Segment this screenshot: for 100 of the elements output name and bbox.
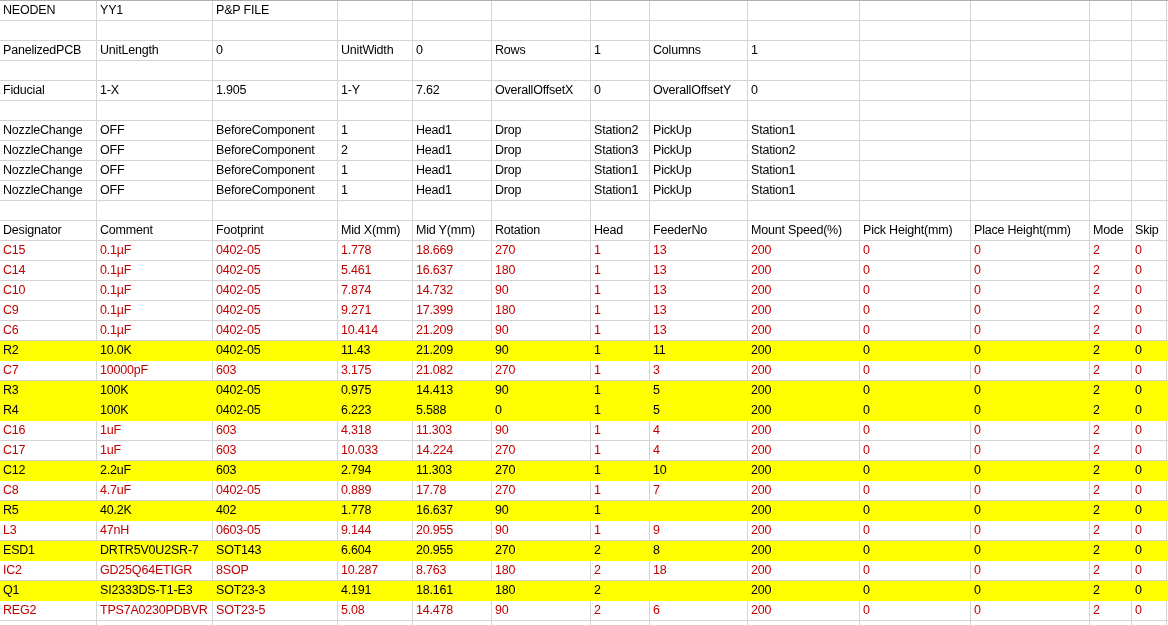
table-cell-text: 270	[494, 542, 517, 559]
table-cell-text: 0	[862, 402, 871, 419]
table-cell-text: 21.209	[415, 322, 455, 339]
table-cell-text: TPS7A0230PDBVR	[99, 602, 209, 619]
table-cell-text: 90	[494, 342, 510, 359]
table-cell-text: 402	[215, 502, 238, 519]
table-cell-text: 4	[652, 442, 661, 459]
table-cell-text: 18.161	[415, 582, 455, 599]
table-cell-text: 2	[593, 542, 602, 559]
table-cell-text: C14	[2, 262, 27, 279]
table-cell-text: 180	[494, 262, 517, 279]
table-cell-text: 7.874	[340, 282, 373, 299]
table-cell-text: 1	[593, 42, 602, 59]
table-cell-text: 0	[1134, 362, 1143, 379]
table-cell-text: 6	[652, 602, 661, 619]
table-cell-text: DRTR5V0U2SR-7	[99, 542, 200, 559]
table-cell-text: 180	[494, 582, 517, 599]
table-cell-text: Station1	[593, 182, 640, 199]
table-cell-text: 1	[593, 362, 602, 379]
table-cell-text: 200	[750, 602, 773, 619]
table-cell-text: C8	[2, 482, 20, 499]
table-cell-text: 1	[593, 262, 602, 279]
table-cell-text: 2	[1092, 522, 1101, 539]
table-cell-text: 1.778	[340, 502, 373, 519]
table-cell-text: 7.62	[415, 82, 441, 99]
table-cell-text: 13	[652, 262, 668, 279]
table-cell-text: Head1	[415, 142, 453, 159]
table-cell-text: 603	[215, 362, 238, 379]
table-cell-text: 0	[1134, 522, 1143, 539]
table-cell-text: 0	[862, 282, 871, 299]
table-cell-text: Head1	[415, 182, 453, 199]
table-cell-text: C7	[2, 362, 20, 379]
table-cell-text: BeforeComponent	[215, 122, 316, 139]
table-cell-text: Head1	[415, 122, 453, 139]
table-cell-text: 2	[1092, 362, 1101, 379]
table-cell-text: 0	[862, 302, 871, 319]
table-cell-text: 16.637	[415, 262, 455, 279]
column-header: Mid Y(mm)	[415, 222, 477, 239]
table-cell-text: 4.318	[340, 422, 373, 439]
table-cell-text: 1.778	[340, 242, 373, 259]
table-cell-text: 10.0K	[99, 342, 133, 359]
table-cell-text: L3	[2, 522, 18, 539]
table-cell-text: 0	[973, 482, 982, 499]
table-cell-text: NEODEN	[2, 2, 57, 19]
table-cell-text: 1	[593, 502, 602, 519]
table-cell-text: 5.461	[340, 262, 373, 279]
table-cell-text: 1	[593, 322, 602, 339]
table-cell-text: 1	[593, 422, 602, 439]
table-cell-text: 0.975	[340, 382, 373, 399]
table-cell-text: 0	[1134, 542, 1143, 559]
table-cell-text: 0402-05	[215, 242, 262, 259]
table-cell-text: Drop	[494, 142, 523, 159]
table-cell-text: 0.1µF	[99, 242, 133, 259]
table-cell-text: 13	[652, 282, 668, 299]
table-cell-text: 603	[215, 462, 238, 479]
column-header: Place Height(mm)	[973, 222, 1072, 239]
table-cell-text: 0	[1134, 342, 1143, 359]
table-cell-text: 0	[1134, 282, 1143, 299]
table-cell-text: C10	[2, 282, 27, 299]
table-cell-text: 0	[862, 442, 871, 459]
table-cell-text: BeforeComponent	[215, 182, 316, 199]
table-cell-text: Station3	[593, 142, 640, 159]
table-cell-text: SOT23-3	[215, 582, 267, 599]
table-cell-text: 200	[750, 262, 773, 279]
table-cell-text: 0	[973, 262, 982, 279]
table-cell-text: 13	[652, 242, 668, 259]
table-cell-text: 14.732	[415, 282, 455, 299]
table-cell-text: SI2333DS-T1-E3	[99, 582, 194, 599]
table-cell-text: 90	[494, 382, 510, 399]
table-cell-text: 0	[1134, 482, 1143, 499]
table-cell-text: 0	[1134, 422, 1143, 439]
table-cell-text: 0402-05	[215, 382, 262, 399]
table-cell-text: OFF	[99, 162, 126, 179]
table-cell-text: 10.287	[340, 562, 380, 579]
table-cell-text: 2	[593, 602, 602, 619]
table-cell-text: 10.033	[340, 442, 380, 459]
table-cell-text: NozzleChange	[2, 182, 84, 199]
table-cell-text: 20.955	[415, 542, 455, 559]
table-cell-text: ESD1	[2, 542, 36, 559]
table-cell-text: 0	[973, 402, 982, 419]
table-cell-text: 2	[1092, 382, 1101, 399]
table-cell-text: 0	[1134, 502, 1143, 519]
table-cell-text: 270	[494, 482, 517, 499]
column-header: Rotation	[494, 222, 541, 239]
table-cell-text: 0	[1134, 302, 1143, 319]
table-cell-text: 2	[1092, 422, 1101, 439]
table-cell-text: 0	[494, 402, 503, 419]
table-cell-text: 3.175	[340, 362, 373, 379]
table-cell-text: 0	[973, 242, 982, 259]
table-cell-text: Station1	[593, 162, 640, 179]
table-cell-text: 90	[494, 322, 510, 339]
table-cell-text: 90	[494, 502, 510, 519]
table-cell-text: 1	[593, 402, 602, 419]
table-cell-text: 90	[494, 602, 510, 619]
table-cell-text: 1-X	[99, 82, 120, 99]
table-cell-text: 200	[750, 502, 773, 519]
table-cell-text: 0	[1134, 402, 1143, 419]
table-cell-text: 0	[973, 502, 982, 519]
table-cell-text: 0402-05	[215, 402, 262, 419]
table-cell-text: 0	[862, 502, 871, 519]
